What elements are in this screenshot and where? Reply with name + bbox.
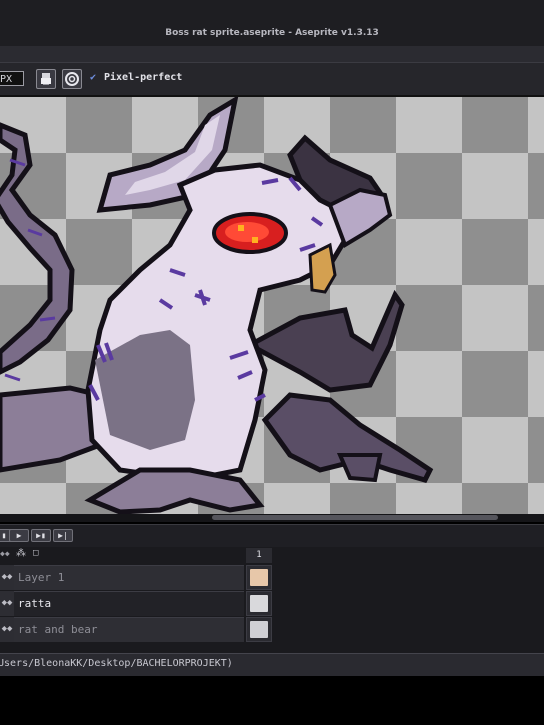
cel-thumbnail: [250, 569, 268, 586]
rat-feet: [84, 467, 265, 514]
play-icon: ▶: [16, 531, 22, 540]
onion-skin-icon[interactable]: □: [33, 548, 38, 558]
layers-header: ◆◆ ⁂ □ 1: [0, 547, 544, 564]
layer-cel[interactable]: [246, 617, 272, 642]
pixel-perfect-label: Pixel-perfect: [104, 72, 183, 83]
rat-tail: [0, 122, 75, 375]
last-frame-button[interactable]: ▶|: [53, 529, 73, 542]
cel-thumbnail: [250, 621, 268, 638]
rat-teeth: [308, 242, 337, 294]
next-frame-icon: ▶▮: [36, 531, 46, 540]
pressure-button[interactable]: [62, 69, 82, 89]
status-bar: Users/BleonaKK/Desktop/BACHELORPROJEKT): [0, 653, 544, 677]
ink-button[interactable]: [36, 69, 56, 89]
first-frame-icon: ▮: [1, 531, 7, 540]
boss-rat-sprite: [0, 97, 434, 514]
layer-cel[interactable]: [246, 565, 272, 590]
timeline-toolbar: ▮ ▶ ▶▮ ▶|: [0, 524, 544, 547]
context-bar: PX ✔ Pixel-perfect: [0, 63, 544, 97]
play-button[interactable]: ▶: [9, 529, 29, 542]
screen-bottom: [0, 676, 544, 725]
layer-name[interactable]: Layer 1: [14, 565, 244, 590]
layer-name[interactable]: ratta: [14, 591, 244, 616]
rat-arm-right: [244, 289, 405, 393]
scrollbar-thumb[interactable]: [212, 515, 498, 520]
visibility-header-icon[interactable]: ◆◆: [0, 549, 10, 558]
sprite-canvas[interactable]: [0, 97, 544, 514]
layer-visibility-icon[interactable]: ◆◆: [0, 565, 14, 590]
layer-row[interactable]: ◆◆ rat and bear: [0, 617, 272, 643]
layer-visibility-icon[interactable]: ◆◆: [0, 591, 14, 616]
pressure-icon: [65, 72, 79, 86]
menu-bar: [0, 46, 544, 63]
next-frame-button[interactable]: ▶▮: [31, 529, 51, 542]
layer-cel[interactable]: [246, 591, 272, 616]
layer-visibility-icon[interactable]: ◆◆: [0, 617, 14, 642]
link-cels-icon[interactable]: ⁂: [16, 548, 26, 559]
pixel-perfect-checkbox[interactable]: ✔: [90, 73, 100, 83]
layers-panel: ◆◆ ⁂ □ 1 ◆◆ Layer 1 ◆◆ ratta ◆◆ rat and …: [0, 547, 544, 653]
frame-header-1[interactable]: 1: [246, 548, 272, 563]
title-bar: Boss rat sprite.aseprite - Aseprite v1.3…: [0, 0, 544, 47]
ink-icon: [41, 73, 51, 85]
window-title: Boss rat sprite.aseprite - Aseprite v1.3…: [165, 28, 379, 38]
status-file-path: Users/BleonaKK/Desktop/BACHELORPROJEKT): [0, 658, 233, 669]
canvas-horizontal-scrollbar[interactable]: [0, 514, 544, 522]
layer-row[interactable]: ◆◆ Layer 1: [0, 565, 272, 591]
layer-name[interactable]: rat and bear: [14, 617, 244, 642]
brush-size-field[interactable]: PX: [0, 71, 24, 86]
cel-thumbnail: [250, 595, 268, 612]
last-frame-icon: ▶|: [58, 531, 68, 540]
layer-row-active[interactable]: ◆◆ ratta: [0, 591, 272, 617]
